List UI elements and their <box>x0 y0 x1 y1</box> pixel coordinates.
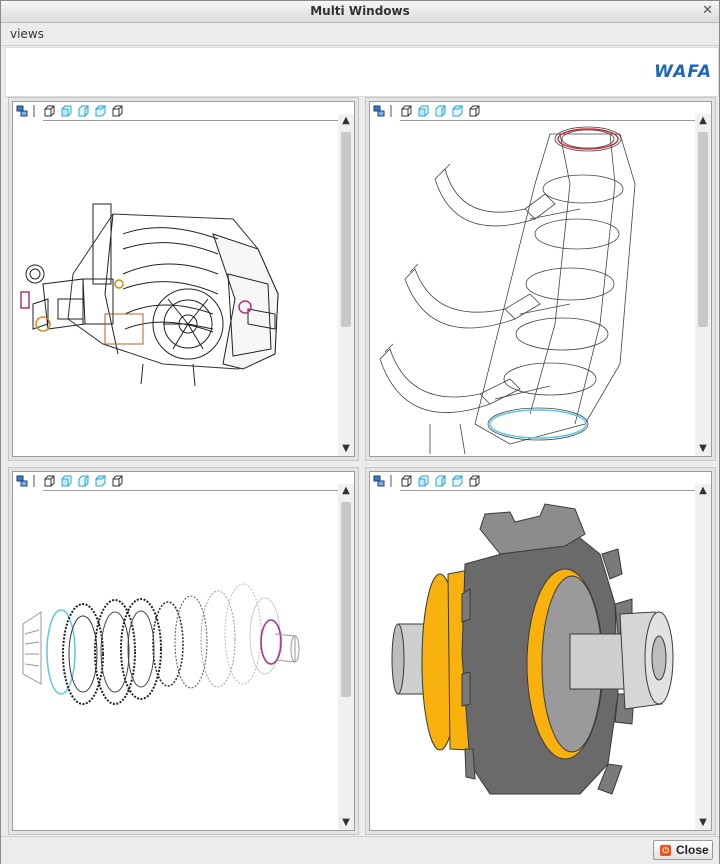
scroll-down-icon[interactable]: ▼ <box>695 442 711 456</box>
vertical-scrollbar[interactable]: ▲ ▼ <box>338 114 354 456</box>
view-iso-icon[interactable] <box>468 475 480 487</box>
viewport-gear-set[interactable] <box>13 494 338 830</box>
view-cube-icon[interactable] <box>43 105 55 117</box>
view-top-icon[interactable] <box>451 475 463 487</box>
view-side-icon[interactable] <box>77 475 89 487</box>
view-side-icon[interactable] <box>77 105 89 117</box>
toolbar-divider <box>33 105 35 117</box>
model-tree-icon[interactable] <box>373 105 385 117</box>
scroll-thumb[interactable] <box>341 502 351 697</box>
close-icon: ⏻ <box>660 845 671 856</box>
toolbar-underline <box>400 120 699 121</box>
view-top-icon[interactable] <box>94 475 106 487</box>
view-iso-icon[interactable] <box>111 105 123 117</box>
view-toolbar <box>13 472 354 492</box>
toolbar-divider <box>390 475 392 487</box>
toolbar-divider <box>390 105 392 117</box>
scroll-up-icon[interactable]: ▲ <box>338 114 354 128</box>
close-button[interactable]: ⏻ Close <box>653 840 713 860</box>
multi-windows-dialog: Multi Windows ✕ views WAFA ▲ ▼ ▲ ▼ ▲ ▼ ▲… <box>0 0 720 864</box>
vertical-scrollbar[interactable]: ▲ ▼ <box>695 484 711 830</box>
vertical-scrollbar[interactable]: ▲ ▼ <box>695 114 711 456</box>
scroll-up-icon[interactable]: ▲ <box>338 484 354 498</box>
panel-frame: ▲ ▼ <box>369 101 712 457</box>
wafa-logo: WAFA <box>654 62 712 82</box>
view-front-icon[interactable] <box>60 105 72 117</box>
view-front-icon[interactable] <box>417 475 429 487</box>
view-cube-icon[interactable] <box>400 475 412 487</box>
scroll-thumb[interactable] <box>698 132 708 327</box>
view-front-icon[interactable] <box>60 475 72 487</box>
panel-frame: ▲ ▼ <box>12 101 355 457</box>
header-banner: WAFA <box>5 47 719 97</box>
gear-shaded-drawing <box>391 503 674 795</box>
model-tree-icon[interactable] <box>16 475 28 487</box>
view-top-icon[interactable] <box>94 105 106 117</box>
menu-views[interactable]: views <box>10 27 44 41</box>
scroll-up-icon[interactable]: ▲ <box>695 484 711 498</box>
model-tree-icon[interactable] <box>373 475 385 487</box>
transmission-housing-drawing <box>20 203 279 387</box>
scroll-thumb[interactable] <box>341 132 351 327</box>
toolbar-divider <box>33 475 35 487</box>
view-cube-icon[interactable] <box>43 475 55 487</box>
window-close-icon[interactable]: ✕ <box>702 3 713 18</box>
view-front-icon[interactable] <box>417 105 429 117</box>
viewport-shift-forks[interactable] <box>370 124 695 456</box>
scroll-down-icon[interactable]: ▼ <box>338 816 354 830</box>
view-panel-top-right: ▲ ▼ <box>365 97 716 461</box>
toolbar-underline <box>43 120 342 121</box>
view-panel-bottom-right: ▲ ▼ <box>365 467 716 835</box>
view-panel-bottom-left: ▲ ▼ <box>8 467 359 835</box>
window-title: Multi Windows <box>310 4 410 18</box>
shift-forks-drawing <box>379 126 636 455</box>
view-iso-icon[interactable] <box>468 105 480 117</box>
scroll-down-icon[interactable]: ▼ <box>695 816 711 830</box>
panel-frame: ▲ ▼ <box>369 471 712 831</box>
scroll-down-icon[interactable]: ▼ <box>338 442 354 456</box>
viewport-gear-shaded[interactable] <box>370 494 695 830</box>
gear-set-drawing <box>22 583 300 705</box>
toolbar-underline <box>43 490 342 491</box>
view-toolbar <box>370 102 711 122</box>
menu-bar: views <box>1 23 719 46</box>
view-iso-icon[interactable] <box>111 475 123 487</box>
scroll-up-icon[interactable]: ▲ <box>695 114 711 128</box>
view-side-icon[interactable] <box>434 105 446 117</box>
title-bar: Multi Windows ✕ <box>1 1 719 23</box>
view-top-icon[interactable] <box>451 105 463 117</box>
panel-frame: ▲ ▼ <box>12 471 355 831</box>
view-toolbar <box>13 102 354 122</box>
dialog-footer: ⏻ Close <box>1 836 719 864</box>
view-cube-icon[interactable] <box>400 105 412 117</box>
view-side-icon[interactable] <box>434 475 446 487</box>
view-toolbar <box>370 472 711 492</box>
close-button-label: Close <box>676 843 709 857</box>
toolbar-underline <box>400 490 699 491</box>
model-tree-icon[interactable] <box>16 105 28 117</box>
vertical-scrollbar[interactable]: ▲ ▼ <box>338 484 354 830</box>
view-panel-top-left: ▲ ▼ <box>8 97 359 461</box>
viewport-transmission-housing[interactable] <box>13 124 338 456</box>
